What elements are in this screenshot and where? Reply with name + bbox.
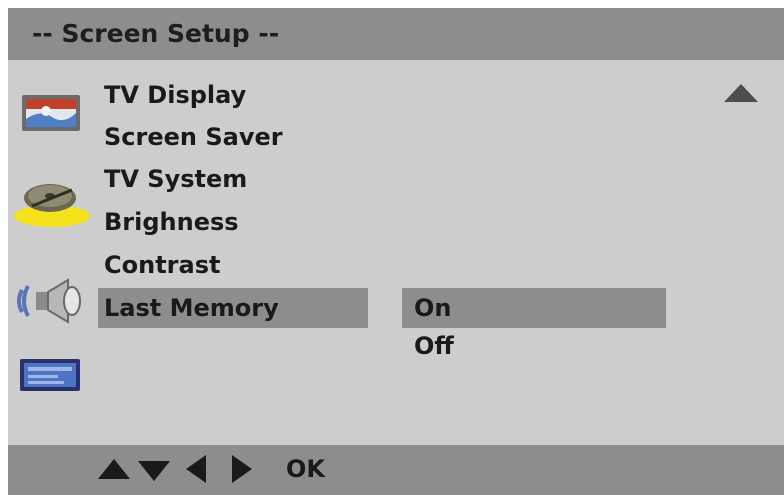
right-arrow-icon — [232, 455, 252, 483]
option-off[interactable]: Off — [414, 326, 454, 366]
menu-item-tv-display[interactable]: TV Display — [104, 75, 246, 115]
setup-panel-icon[interactable] — [18, 357, 82, 393]
up-arrow-icon — [98, 459, 130, 479]
menu-item-last-memory[interactable]: Last Memory — [98, 288, 368, 328]
down-arrow-icon — [138, 461, 170, 481]
tv-display-icon[interactable] — [20, 91, 82, 135]
ok-label: OK — [286, 455, 325, 483]
left-arrow-icon — [186, 455, 206, 483]
audio-speaker-icon[interactable] — [14, 276, 86, 326]
menu-item-tv-system[interactable]: TV System — [104, 159, 247, 199]
disc-icon[interactable] — [12, 176, 92, 228]
menu-item-screen-saver[interactable]: Screen Saver — [104, 117, 283, 157]
bottom-bar: OK — [8, 445, 784, 495]
menu-item-contrast[interactable]: Contrast — [104, 245, 220, 285]
osd-screen: -- Screen Setup -- TV Display Screen Sav… — [8, 8, 784, 495]
option-on[interactable]: On — [402, 288, 666, 328]
title-bar: -- Screen Setup -- — [8, 8, 784, 60]
menu-item-brightness[interactable]: Brighness — [104, 202, 239, 242]
page-title: -- Screen Setup -- — [32, 19, 280, 48]
scroll-up-arrow-icon[interactable] — [724, 84, 758, 102]
